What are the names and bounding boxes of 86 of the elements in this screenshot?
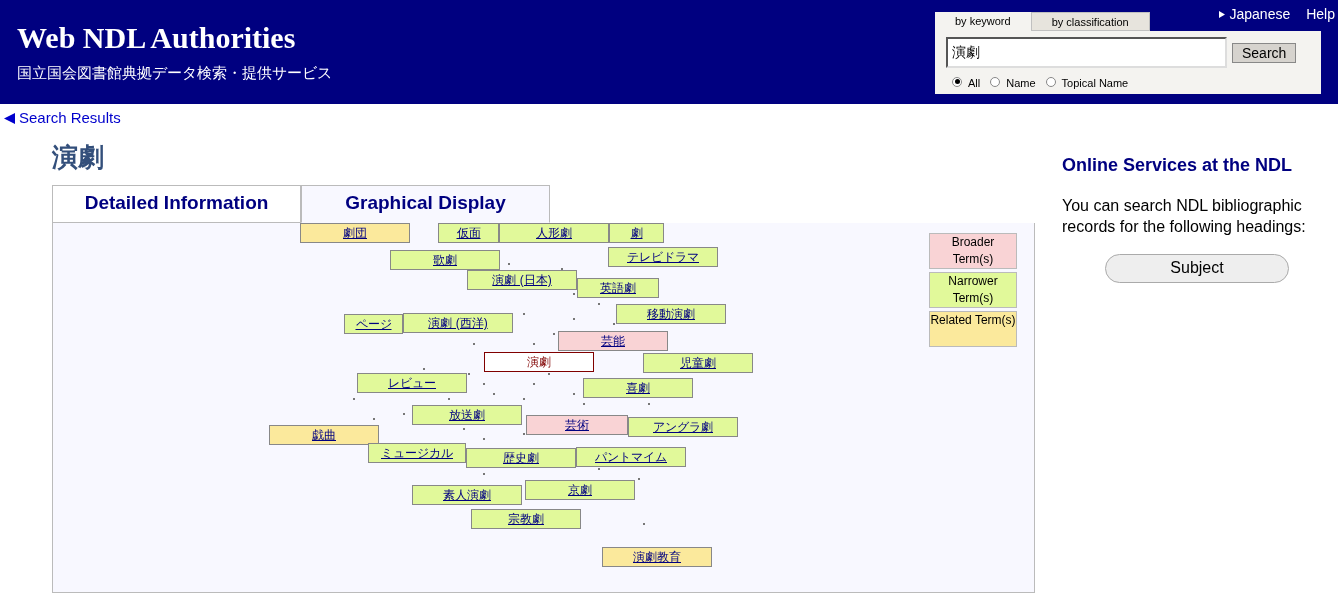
dot-mark	[533, 382, 535, 385]
view-tab[interactable]: Detailed Information	[52, 184, 301, 223]
japanese-link[interactable]: Japanese	[1219, 4, 1291, 25]
help-link[interactable]: Help	[1306, 4, 1335, 25]
dot-mark	[553, 332, 555, 335]
view-tab[interactable]: Graphical Display	[301, 184, 550, 223]
radio-button[interactable]	[1045, 76, 1056, 87]
term-node[interactable]: 宗教劇	[471, 508, 581, 529]
dot-mark	[573, 292, 575, 295]
dot-mark	[473, 342, 475, 345]
term-node[interactable]: 京劇	[525, 479, 635, 500]
dot-mark	[448, 397, 450, 400]
term-node[interactable]: アングラ劇	[628, 416, 738, 437]
dot-mark	[403, 412, 405, 415]
dot-mark	[573, 317, 575, 320]
term-node[interactable]: レビュー	[357, 372, 467, 393]
legend-item: Narrower Term(s)	[929, 271, 1017, 308]
term-node[interactable]: 英語劇	[577, 277, 659, 298]
dot-mark	[573, 392, 575, 395]
term-node[interactable]: パントマイム	[576, 446, 686, 467]
search-field[interactable]: 演劇	[946, 37, 1227, 68]
term-node[interactable]: 演劇	[484, 351, 594, 372]
term-node[interactable]: 劇団	[300, 222, 410, 243]
dot-mark	[533, 342, 535, 345]
online-services-text: You can search NDL bibliographic records for the following headings:	[1062, 195, 1307, 237]
term-node[interactable]: ページ	[344, 313, 403, 334]
term-node[interactable]: 人形劇	[499, 222, 609, 243]
legend-item: Broader Term(s)	[929, 232, 1017, 269]
online-services-title: Online Services at the NDL	[1062, 153, 1294, 177]
radio-label: Topical Name	[1061, 76, 1129, 91]
term-node[interactable]: 喜劇	[583, 377, 693, 398]
triangle-icon	[1219, 11, 1226, 18]
subject-button[interactable]: Subject	[1105, 253, 1289, 283]
legend-item: Related Term(s)	[929, 310, 1017, 347]
term-node[interactable]: 劇	[609, 222, 664, 243]
term-node[interactable]: 移動演劇	[616, 303, 726, 324]
term-node[interactable]: 戯曲	[269, 424, 379, 445]
term-node[interactable]: ミュージカル	[368, 442, 466, 463]
term-node[interactable]: 素人演劇	[412, 484, 522, 505]
back-link-text: Search Results	[19, 108, 121, 128]
dot-mark	[523, 432, 525, 435]
back-link[interactable]: Search Results	[4, 107, 121, 130]
dot-mark	[561, 267, 563, 270]
term-node[interactable]: 芸能	[558, 330, 668, 351]
search-tab[interactable]: by keyword	[935, 12, 1031, 31]
japanese-link-text: Japanese	[1229, 5, 1291, 24]
site-title: Web NDL Authorities	[17, 20, 297, 56]
dot-mark	[523, 312, 525, 315]
dot-mark	[483, 437, 485, 440]
term-node[interactable]: 仮面	[438, 222, 499, 243]
dot-mark	[583, 402, 585, 405]
radio-label: All	[968, 76, 981, 91]
radio-button[interactable]	[990, 76, 1001, 87]
search-button[interactable]: Search	[1232, 42, 1297, 63]
dot-mark	[648, 402, 650, 405]
dot-mark	[423, 367, 425, 370]
back-triangle-icon	[4, 112, 15, 124]
term-node[interactable]: 児童劇	[643, 352, 753, 373]
dot-mark	[643, 522, 645, 525]
term-node[interactable]: 歴史劇	[466, 447, 576, 468]
radio-label: Name	[1006, 76, 1036, 91]
term-node[interactable]: 演劇教育	[602, 546, 712, 567]
term-node[interactable]: 演劇 (西洋)	[403, 312, 513, 333]
dot-mark	[493, 392, 495, 395]
dot-mark	[483, 382, 485, 385]
dot-mark	[373, 417, 375, 420]
dot-mark	[548, 372, 550, 375]
term-node[interactable]: 演劇 (日本)	[467, 269, 577, 290]
dot-mark	[613, 322, 615, 325]
term-node[interactable]: 放送劇	[412, 404, 522, 425]
dot-mark	[468, 372, 470, 375]
dot-mark	[523, 397, 525, 400]
search-tab[interactable]: by classification	[1030, 12, 1150, 31]
dot-mark	[508, 262, 510, 265]
site-subtitle: 国立国会図書館典拠データ検索・提供サービス	[17, 63, 332, 83]
term-node[interactable]: テレビドラマ	[608, 246, 718, 267]
radio-button[interactable]	[952, 76, 962, 87]
dot-mark	[598, 467, 600, 470]
dot-mark	[638, 477, 640, 480]
term-node[interactable]: 歌劇	[390, 249, 500, 270]
term-node[interactable]: 芸術	[526, 414, 628, 435]
dot-mark	[463, 427, 465, 430]
dot-mark	[353, 397, 355, 400]
page-heading: 演劇	[52, 140, 105, 174]
dot-mark	[483, 472, 485, 475]
dot-mark	[598, 302, 600, 305]
